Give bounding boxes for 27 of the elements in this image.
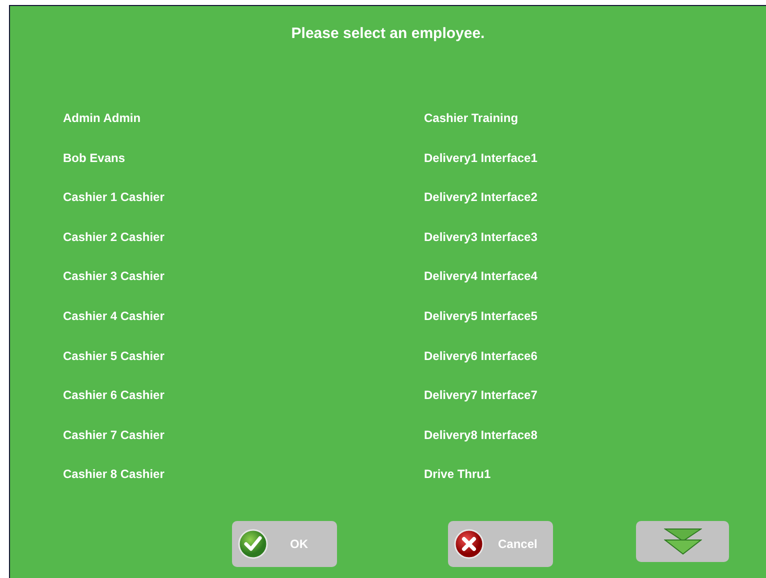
employee-item[interactable]: Bob Evans (63, 150, 126, 165)
employee-item[interactable]: Cashier 4 Cashier (63, 308, 164, 323)
scroll-down-button[interactable] (636, 520, 729, 562)
employee-item[interactable]: Cashier 3 Cashier (63, 269, 164, 284)
employee-item[interactable]: Cashier 6 Cashier (63, 388, 164, 402)
employee-item[interactable]: Delivery6 Interface6 (424, 348, 538, 363)
employee-item[interactable]: Cashier 2 Cashier (63, 230, 164, 244)
double-chevron-down-icon (664, 528, 702, 555)
employee-item[interactable]: Delivery2 Interface2 (424, 190, 538, 204)
employee-item[interactable]: Cashier 8 Cashier (63, 467, 164, 482)
close-icon (454, 528, 484, 559)
dialog-title: Please select an employee. (290, 24, 486, 44)
cancel-button[interactable]: Cancel (448, 520, 553, 567)
checkmark-icon (238, 528, 268, 559)
employee-item[interactable]: Admin Admin (63, 111, 141, 125)
employee-item[interactable]: Delivery5 Interface5 (424, 308, 538, 323)
ok-button[interactable]: OK (232, 520, 337, 567)
employee-item[interactable]: Cashier Training (424, 111, 518, 125)
employee-item[interactable]: Cashier 7 Cashier (63, 428, 164, 442)
employee-item[interactable]: Cashier 1 Cashier (63, 190, 164, 204)
employee-item[interactable]: Delivery7 Interface7 (424, 388, 538, 402)
employee-item[interactable]: Cashier 5 Cashier (63, 348, 164, 363)
employee-item[interactable]: Delivery4 Interface4 (424, 269, 538, 284)
employee-item[interactable]: Delivery3 Interface3 (424, 230, 538, 244)
employee-item[interactable]: Delivery8 Interface8 (424, 428, 538, 442)
employee-item[interactable]: Delivery1 Interface1 (424, 150, 538, 165)
employee-item[interactable]: Drive Thru1 (424, 467, 491, 482)
